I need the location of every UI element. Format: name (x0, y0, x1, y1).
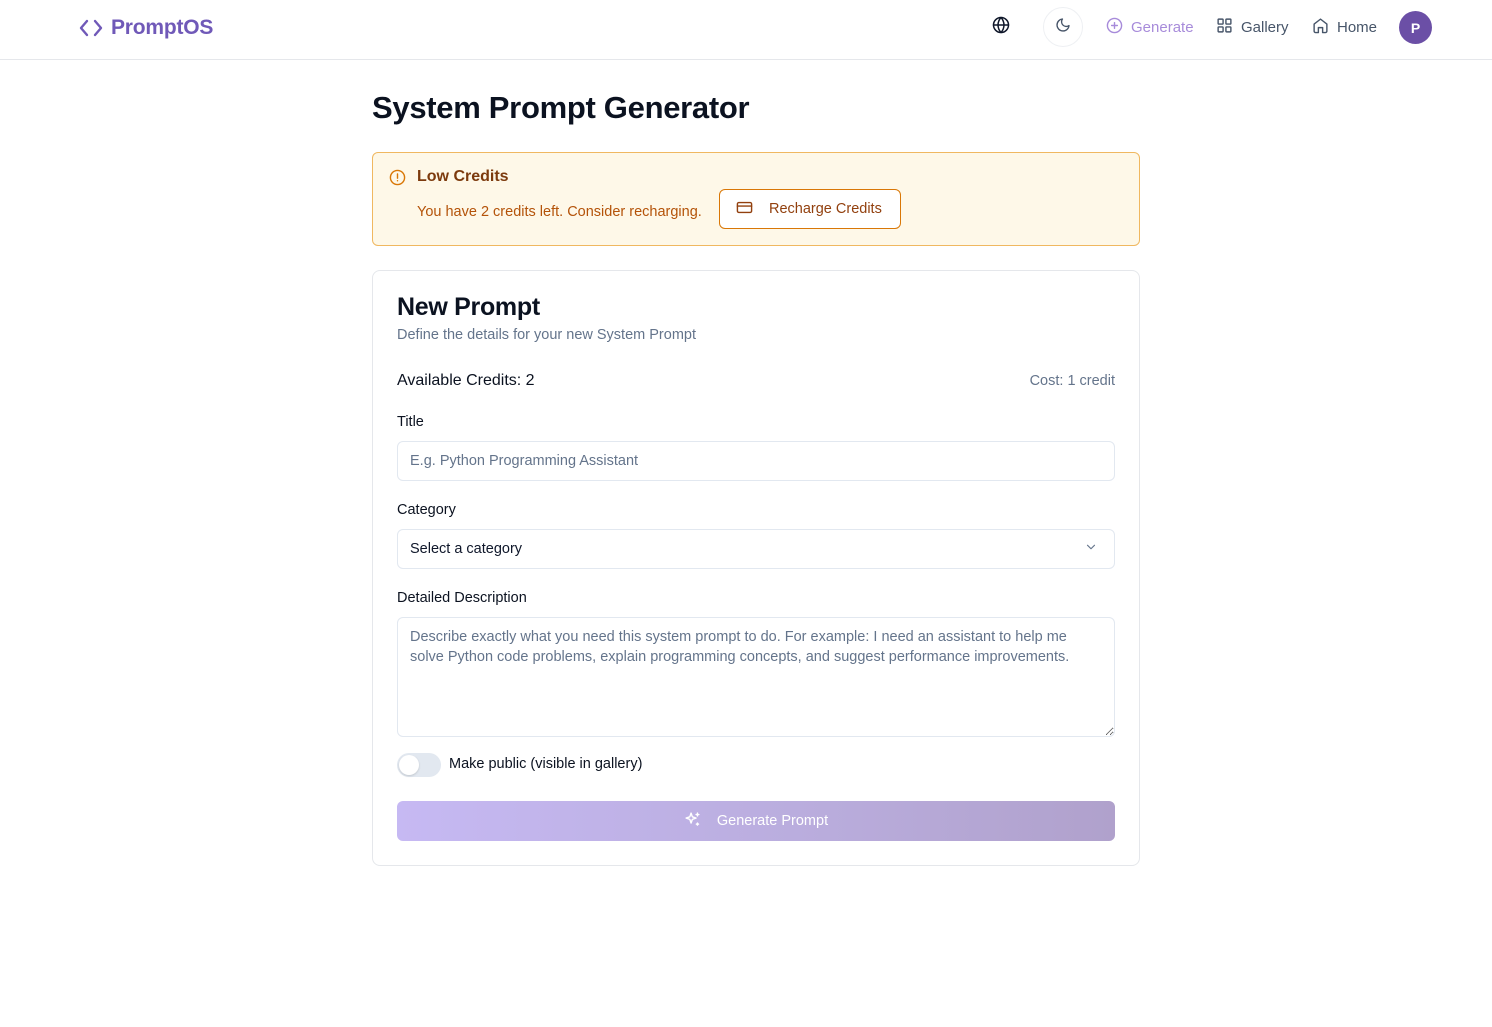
alert-circle-icon (389, 169, 406, 191)
alert-title: Low Credits (417, 168, 509, 185)
nav-gallery-label: Gallery (1241, 18, 1289, 36)
category-select[interactable]: Select a category (397, 529, 1115, 569)
category-select-value: Select a category (410, 541, 523, 557)
nav-home[interactable]: Home (1312, 16, 1377, 38)
recharge-credits-label: Recharge Credits (769, 201, 882, 217)
user-avatar[interactable]: P (1399, 11, 1432, 44)
make-public-label: Make public (visible in gallery) (449, 756, 643, 772)
generate-prompt-button[interactable]: Generate Prompt (397, 801, 1115, 841)
chevron-down-icon (1084, 540, 1098, 558)
nav-home-label: Home (1337, 18, 1378, 36)
credit-card-icon (736, 199, 753, 220)
page-title: System Prompt Generator (372, 90, 750, 125)
toggle-knob (399, 755, 419, 775)
theme-toggle-button[interactable] (1043, 7, 1083, 47)
card-subtitle: Define the details for your new System P… (397, 327, 696, 343)
prompt-cost: Cost: 1 credit (1029, 373, 1115, 389)
description-label: Detailed Description (397, 590, 527, 606)
card-title: New Prompt (397, 293, 540, 321)
code-brackets-icon (79, 16, 103, 40)
nav-gallery[interactable]: Gallery (1216, 16, 1289, 38)
brand-name: PromptOS (111, 16, 214, 39)
make-public-toggle[interactable] (397, 753, 441, 777)
grid-icon (1216, 17, 1233, 38)
available-credits: Available Credits: 2 (397, 372, 535, 389)
recharge-credits-button[interactable]: Recharge Credits (719, 189, 901, 229)
globe-icon (992, 16, 1010, 39)
description-textarea[interactable] (397, 617, 1115, 737)
language-button[interactable] (986, 12, 1016, 42)
generate-prompt-label: Generate Prompt (716, 813, 829, 829)
top-navigation-bar: PromptOS Generate Gallery Home P (0, 0, 1492, 60)
sparkles-icon (684, 811, 701, 832)
moon-icon (1055, 17, 1071, 38)
title-input[interactable] (397, 441, 1115, 481)
home-icon (1312, 17, 1329, 38)
plus-circle-icon (1106, 17, 1123, 38)
title-label: Title (397, 414, 424, 430)
nav-generate-label: Generate (1131, 18, 1194, 36)
brand-logo[interactable]: PromptOS (79, 14, 213, 42)
nav-generate[interactable]: Generate (1106, 16, 1194, 38)
category-label: Category (397, 502, 456, 518)
new-prompt-card: New Prompt Define the details for your n… (372, 270, 1140, 866)
alert-message: You have 2 credits left. Consider rechar… (417, 204, 702, 220)
low-credits-alert: Low Credits You have 2 credits left. Con… (372, 152, 1140, 246)
